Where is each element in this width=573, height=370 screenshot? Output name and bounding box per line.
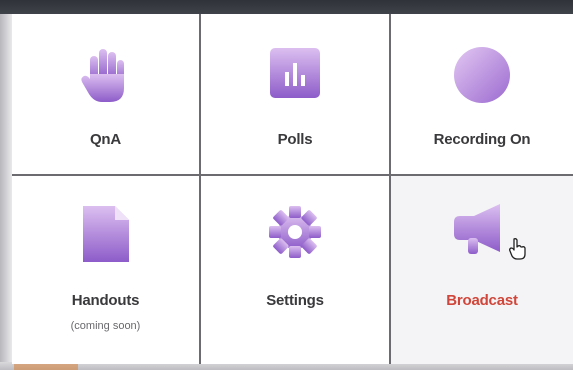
tile-label: Handouts xyxy=(71,292,140,309)
tools-panel: QnA Polls Recording On Handouts (coming … xyxy=(12,14,573,364)
hand-pointer-cursor-icon xyxy=(509,238,527,265)
bottom-accent-strip xyxy=(14,364,78,370)
left-edge xyxy=(0,14,12,370)
window-top-bar xyxy=(0,0,573,14)
megaphone-icon xyxy=(450,202,514,265)
poll-chart-icon xyxy=(270,48,320,103)
tile-polls[interactable]: Polls xyxy=(201,14,391,176)
hand-icon xyxy=(80,46,132,109)
document-icon xyxy=(82,206,129,267)
tile-recording[interactable]: Recording On xyxy=(391,14,573,176)
tile-handouts[interactable]: Handouts (coming soon) xyxy=(12,176,201,364)
tile-broadcast[interactable]: Broadcast xyxy=(391,176,573,364)
tile-label: Broadcast xyxy=(446,292,518,309)
tile-label: Recording On xyxy=(433,131,531,148)
tile-label: Polls xyxy=(277,131,313,148)
tile-qna[interactable]: QnA xyxy=(12,14,201,176)
gear-icon xyxy=(267,204,323,265)
tile-label: Settings xyxy=(266,292,324,309)
tile-settings[interactable]: Settings xyxy=(201,176,391,364)
record-circle-icon xyxy=(453,46,511,109)
tile-sublabel: (coming soon) xyxy=(70,320,141,332)
tile-label: QnA xyxy=(89,131,122,148)
